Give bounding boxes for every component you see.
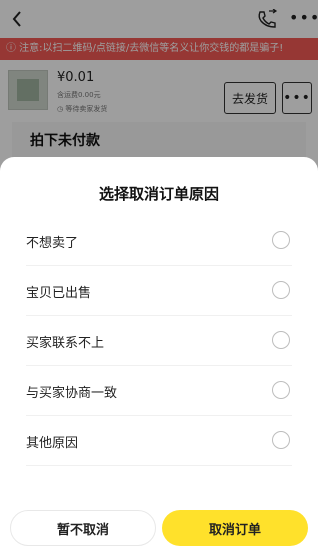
reason-label: 不想卖了 (26, 236, 79, 251)
reason-option[interactable]: 宝贝已出售 (0, 266, 318, 316)
radio-button[interactable] (272, 281, 290, 299)
reason-label: 宝贝已出售 (26, 286, 92, 301)
page: ••• ⓘ 注意:以扫二维码/点链接/去微信等名义让你交钱的都是骗子! ¥0.0… (0, 0, 318, 554)
cancel-order-sheet: 选择取消订单原因 不想卖了 宝贝已出售 买家联系不上 与买家协商一致 其他原因 (0, 157, 318, 554)
radio-button[interactable] (272, 231, 290, 249)
reason-option[interactable]: 不想卖了 (0, 216, 318, 266)
radio-button[interactable] (272, 381, 290, 399)
reason-option[interactable]: 与买家协商一致 (0, 366, 318, 416)
reason-label: 与买家协商一致 (26, 386, 118, 401)
divider (26, 465, 292, 466)
reason-label: 其他原因 (26, 436, 79, 451)
radio-button[interactable] (272, 331, 290, 349)
keep-order-button[interactable]: 暂不取消 (10, 510, 156, 546)
reason-option[interactable]: 其他原因 (0, 416, 318, 466)
reason-option[interactable]: 买家联系不上 (0, 316, 318, 366)
reason-label: 买家联系不上 (26, 336, 105, 351)
cancel-order-button[interactable]: 取消订单 (162, 510, 308, 546)
sheet-title: 选择取消订单原因 (98, 185, 219, 203)
radio-button[interactable] (272, 431, 290, 449)
